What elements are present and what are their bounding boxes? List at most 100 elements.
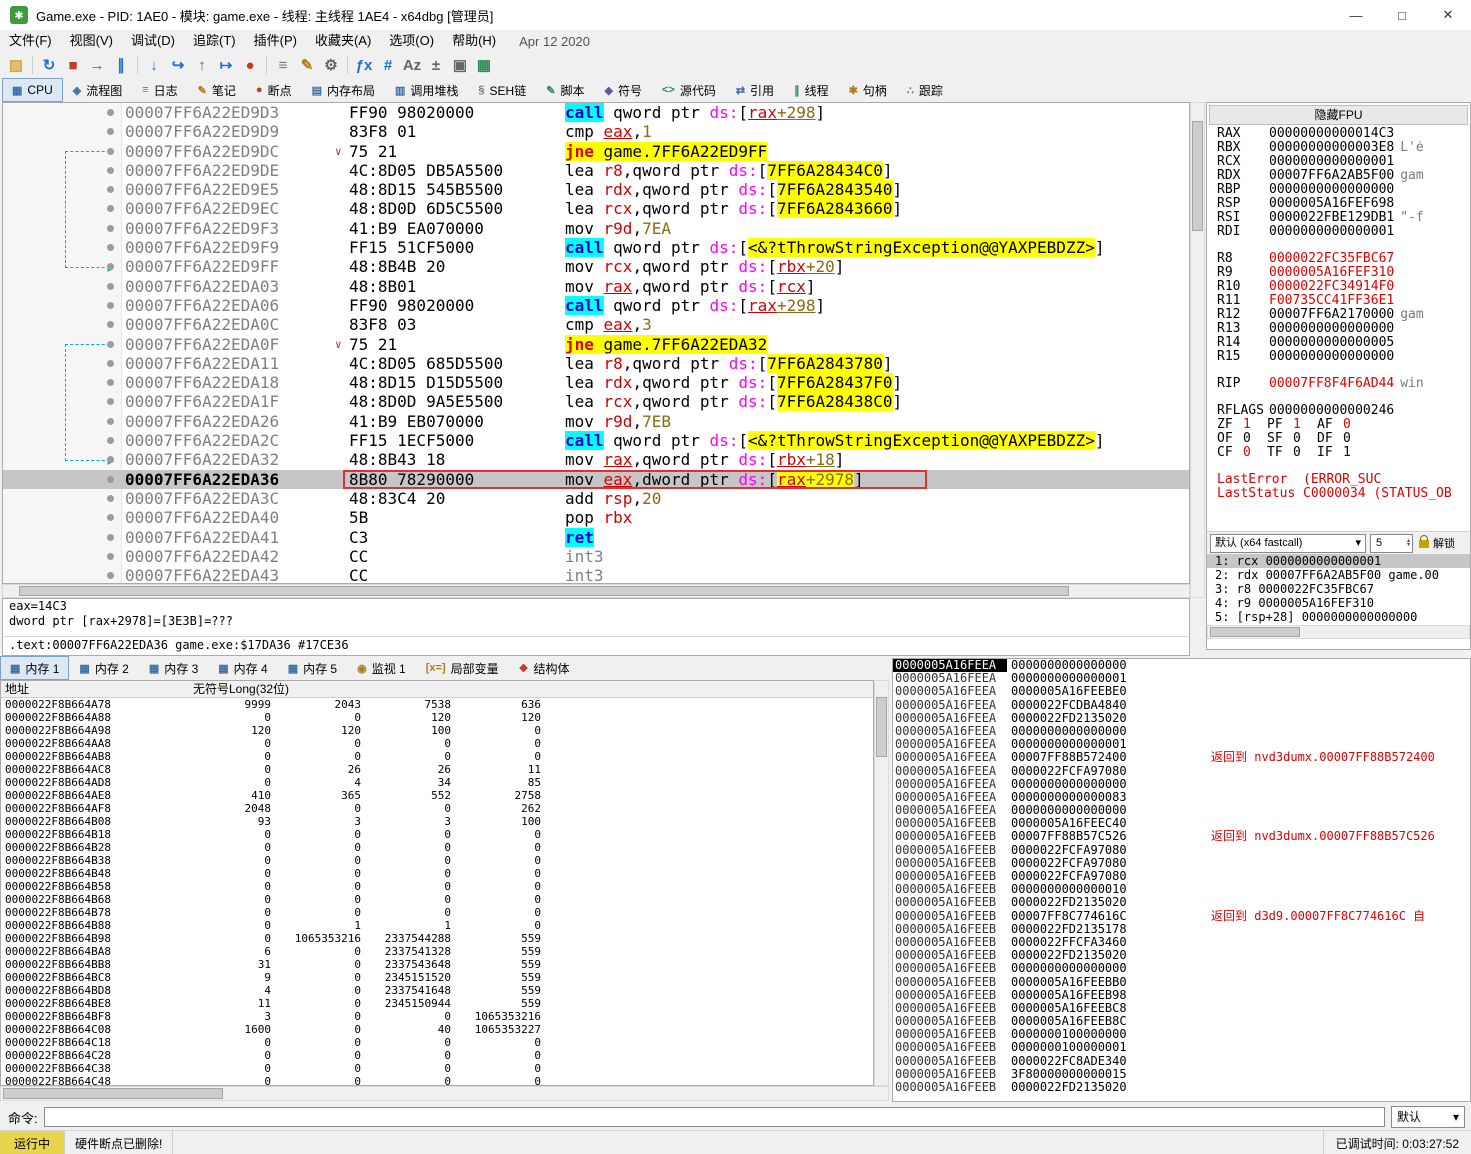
disasm-row[interactable]: 00007FF6A22ED9E5 48:8D15 545B5500 lea rdx,…: [3, 180, 1189, 200]
stack-row[interactable]: 0000005A16FEEA 0000000000000001: [893, 671, 1470, 685]
tab-watch-1[interactable]: ◉ 监视 1: [347, 656, 416, 680]
memory-row[interactable]: 0000022F8B664C38 0 0 0 0: [1, 1062, 873, 1075]
run-to-user-code-button[interactable]: ↦: [214, 54, 238, 76]
register-row[interactable]: RDI 0000000000000001: [1207, 225, 1470, 239]
az-button[interactable]: Az: [400, 54, 424, 76]
stack-row[interactable]: 0000005A16FEEA 0000005A16FEEBE0: [893, 685, 1470, 698]
stack-row[interactable]: 0000005A16FEEB 0000005A16FEEBC8: [893, 1001, 1470, 1015]
register-row[interactable]: RSI 0000022FBE129DB1 "-f: [1207, 211, 1470, 225]
disasm-row[interactable]: 00007FF6A22EDA43 CC int3: [3, 566, 1189, 583]
disasm-row[interactable]: 00007FF6A22EDA40 5B pop rbx: [3, 508, 1189, 527]
disasm-row[interactable]: 00007FF6A22EDA18 48:8D15 D15D5500 lea rdx,…: [3, 373, 1189, 393]
register-row[interactable]: RIP 00007FF8F4F6AD44 win: [1207, 377, 1470, 391]
memory-row[interactable]: 0000022F8B664B08 93 3 3 100: [1, 815, 873, 828]
breakpoint-button[interactable]: ●: [238, 54, 262, 76]
callconv-arg-row[interactable]: 2: rdx 00007FF6A2AB5F00 game.00: [1207, 568, 1470, 582]
register-row[interactable]: R15 0000000000000000: [1207, 350, 1470, 364]
tab-handles[interactable]: ✱ 句柄: [839, 78, 897, 102]
maximize-button[interactable]: □: [1379, 0, 1425, 30]
scrollbar-thumb[interactable]: [1210, 627, 1300, 637]
memory-row[interactable]: 0000022F8B664B18 0 0 0 0: [1, 828, 873, 841]
memory-row[interactable]: 0000022F8B664AE8 410 365 552 2758: [1, 789, 873, 802]
disasm-row[interactable]: 00007FF6A22EDA42 CC int3: [3, 547, 1189, 566]
disasm-row[interactable]: 00007FF6A22ED9F3 41:B9 EA070000 mov r9d,7E…: [3, 219, 1189, 238]
memory-row[interactable]: 0000022F8B664BF8 3 0 0 1065353216: [1, 1010, 873, 1023]
memory-vscrollbar[interactable]: [874, 680, 889, 1086]
minimize-button[interactable]: —: [1333, 0, 1379, 30]
scrollbar-thumb[interactable]: [1192, 121, 1203, 231]
stack-row[interactable]: 0000005A16FEEB 0000000000000000: [893, 962, 1470, 975]
register-row[interactable]: R12 00007FF6A2170000 gam: [1207, 308, 1470, 322]
memory-row[interactable]: 0000022F8B664C08 1600 0 40 1065353227: [1, 1023, 873, 1036]
disasm-row[interactable]: 00007FF6A22EDA03 48:8B01 mov rax,qword ptr…: [3, 277, 1189, 296]
hash-button[interactable]: #: [376, 54, 400, 76]
disasm-row[interactable]: 00007FF6A22EDA32 48:8B43 18 mov rax,qword …: [3, 450, 1189, 469]
disasm-row[interactable]: 00007FF6A22ED9F9 FF15 51CF5000 call qword …: [3, 238, 1189, 258]
memory-row[interactable]: 0000022F8B664B48 0 0 0 0: [1, 867, 873, 880]
memory-row[interactable]: 0000022F8B664BC8 9 0 2345151520 559: [1, 971, 873, 984]
menu-item[interactable]: 收藏夹(A): [306, 30, 380, 52]
spin-down-icon[interactable]: ▾: [1407, 542, 1410, 547]
callconv-arg-row[interactable]: 1: rcx 0000000000000001: [1207, 554, 1470, 568]
memory-row[interactable]: 0000022F8B664B78 0 0 0 0: [1, 906, 873, 919]
disasm-row[interactable]: 00007FF6A22EDA3C 48:83C4 20 add rsp,20: [3, 489, 1189, 508]
tab-dump-5[interactable]: ▦ 内存 5: [278, 656, 347, 680]
restart-button[interactable]: ↻: [37, 54, 61, 76]
menu-item[interactable]: 文件(F): [0, 30, 61, 52]
scrollbar-thumb[interactable]: [876, 697, 887, 757]
register-row[interactable]: RAX 00000000000014C3: [1207, 127, 1470, 141]
callconv-arg-row[interactable]: 3: r8 0000022FC35FBC67: [1207, 582, 1470, 596]
tab-dump-4[interactable]: ▦ 内存 4: [208, 656, 277, 680]
menu-item[interactable]: 插件(P): [245, 30, 306, 52]
register-row[interactable]: R10 0000022FC34914F0: [1207, 280, 1470, 294]
stepper-arrows-icon[interactable]: ▴ ▾: [1407, 535, 1410, 552]
disassembly-vscrollbar[interactable]: [1190, 102, 1205, 598]
tab-locals[interactable]: [x=] 局部变量: [416, 656, 509, 680]
stack-row[interactable]: 0000005A16FEEA 0000022FCFA97080: [893, 764, 1470, 778]
register-row[interactable]: RFLAGS 0000000000000246: [1207, 404, 1470, 418]
tab-symbols[interactable]: ◆ 符号: [594, 78, 651, 102]
unlock-button[interactable]: 解锁: [1417, 535, 1455, 551]
stack-row[interactable]: 0000005A16FEEA 0000000000000083: [893, 790, 1470, 804]
memory-row[interactable]: 0000022F8B664B88 0 1 1 0: [1, 919, 873, 932]
register-row[interactable]: RSP 0000005A16FEF698: [1207, 197, 1470, 211]
callconv-arg-row[interactable]: 5: [rsp+28] 0000000000000000: [1207, 610, 1470, 624]
disasm-row[interactable]: 00007FF6A22ED9DE 4C:8D05 DB5A5500 lea r8,q…: [3, 160, 1189, 180]
tab-threads[interactable]: ∥ 线程: [784, 78, 839, 102]
memory-row[interactable]: 0000022F8B664A78 9999 2043 7538 636: [1, 698, 873, 711]
disasm-row[interactable]: 00007FF6A22EDA0F ∨ 75 21 jne game.7FF6A22ED…: [3, 334, 1189, 354]
step-over-button[interactable]: ↪: [166, 54, 190, 76]
step-into-button[interactable]: ↓: [142, 54, 166, 76]
computer-button[interactable]: ▦: [472, 54, 496, 76]
command-input[interactable]: [43, 1107, 1385, 1127]
memory-row[interactable]: 0000022F8B664C28 0 0 0 0: [1, 1049, 873, 1062]
tab-dump-1[interactable]: ▦ 内存 1: [0, 656, 70, 680]
memory-row[interactable]: 0000022F8B664B38 0 0 0 0: [1, 854, 873, 867]
memory-row[interactable]: 0000022F8B664AB8 0 0 0 0: [1, 750, 873, 763]
memory-row[interactable]: 0000022F8B664AF8 2048 0 0 262: [1, 802, 873, 815]
disasm-row[interactable]: 00007FF6A22EDA26 41:B9 EB070000 mov r9d,7E…: [3, 412, 1189, 431]
stack-row[interactable]: 0000005A16FEEB 00007FF8C774616C 返回到 d3d9.0…: [893, 909, 1470, 923]
command-profile-dropdown[interactable]: 默认 ▾: [1391, 1106, 1465, 1128]
disasm-row[interactable]: 00007FF6A22ED9D9 83F8 01 cmp eax,1: [3, 122, 1189, 141]
disasm-row[interactable]: 00007FF6A22EDA06 FF90 98020000 call qword …: [3, 295, 1189, 315]
tab-cpu[interactable]: ▦ CPU: [2, 78, 63, 102]
stack-row[interactable]: 0000005A16FEEA 0000000000000000: [893, 724, 1470, 738]
register-row[interactable]: RBP 0000000000000000: [1207, 183, 1470, 197]
tab-memory-map[interactable]: ▤ 内存布局: [302, 78, 385, 102]
tab-dump-3[interactable]: ▦ 内存 3: [139, 656, 208, 680]
stack-row[interactable]: 0000005A16FEEB 0000022FFCFA3460: [893, 935, 1470, 949]
memory-header-values[interactable]: 无符号Long(32位): [193, 681, 289, 697]
tab-graph[interactable]: ◈ 流程图: [63, 78, 132, 102]
hide-fpu-button[interactable]: 隐藏FPU: [1209, 105, 1468, 125]
arg-count-stepper[interactable]: 5 ▴ ▾: [1370, 533, 1413, 553]
tab-seh[interactable]: § SEH链: [468, 78, 536, 102]
stack-row[interactable]: 0000005A16FEEB 0000022FCFA97080: [893, 869, 1470, 883]
memory-row[interactable]: 0000022F8B664BB8 31 0 2337543648 559: [1, 958, 873, 971]
disasm-row[interactable]: 00007FF6A22EDA0C 83F8 03 cmp eax,3: [3, 315, 1189, 334]
menu-item[interactable]: 视图(V): [61, 30, 122, 52]
stack-row[interactable]: 0000005A16FEEA 0000000000000000: [893, 803, 1470, 817]
stack-row[interactable]: 0000005A16FEEB 0000005A16FEEBB0: [893, 975, 1470, 989]
memory-row[interactable]: 0000022F8B664AC8 0 26 26 11: [1, 763, 873, 776]
stack-row[interactable]: 0000005A16FEEA 0000000000000000: [893, 659, 1470, 673]
